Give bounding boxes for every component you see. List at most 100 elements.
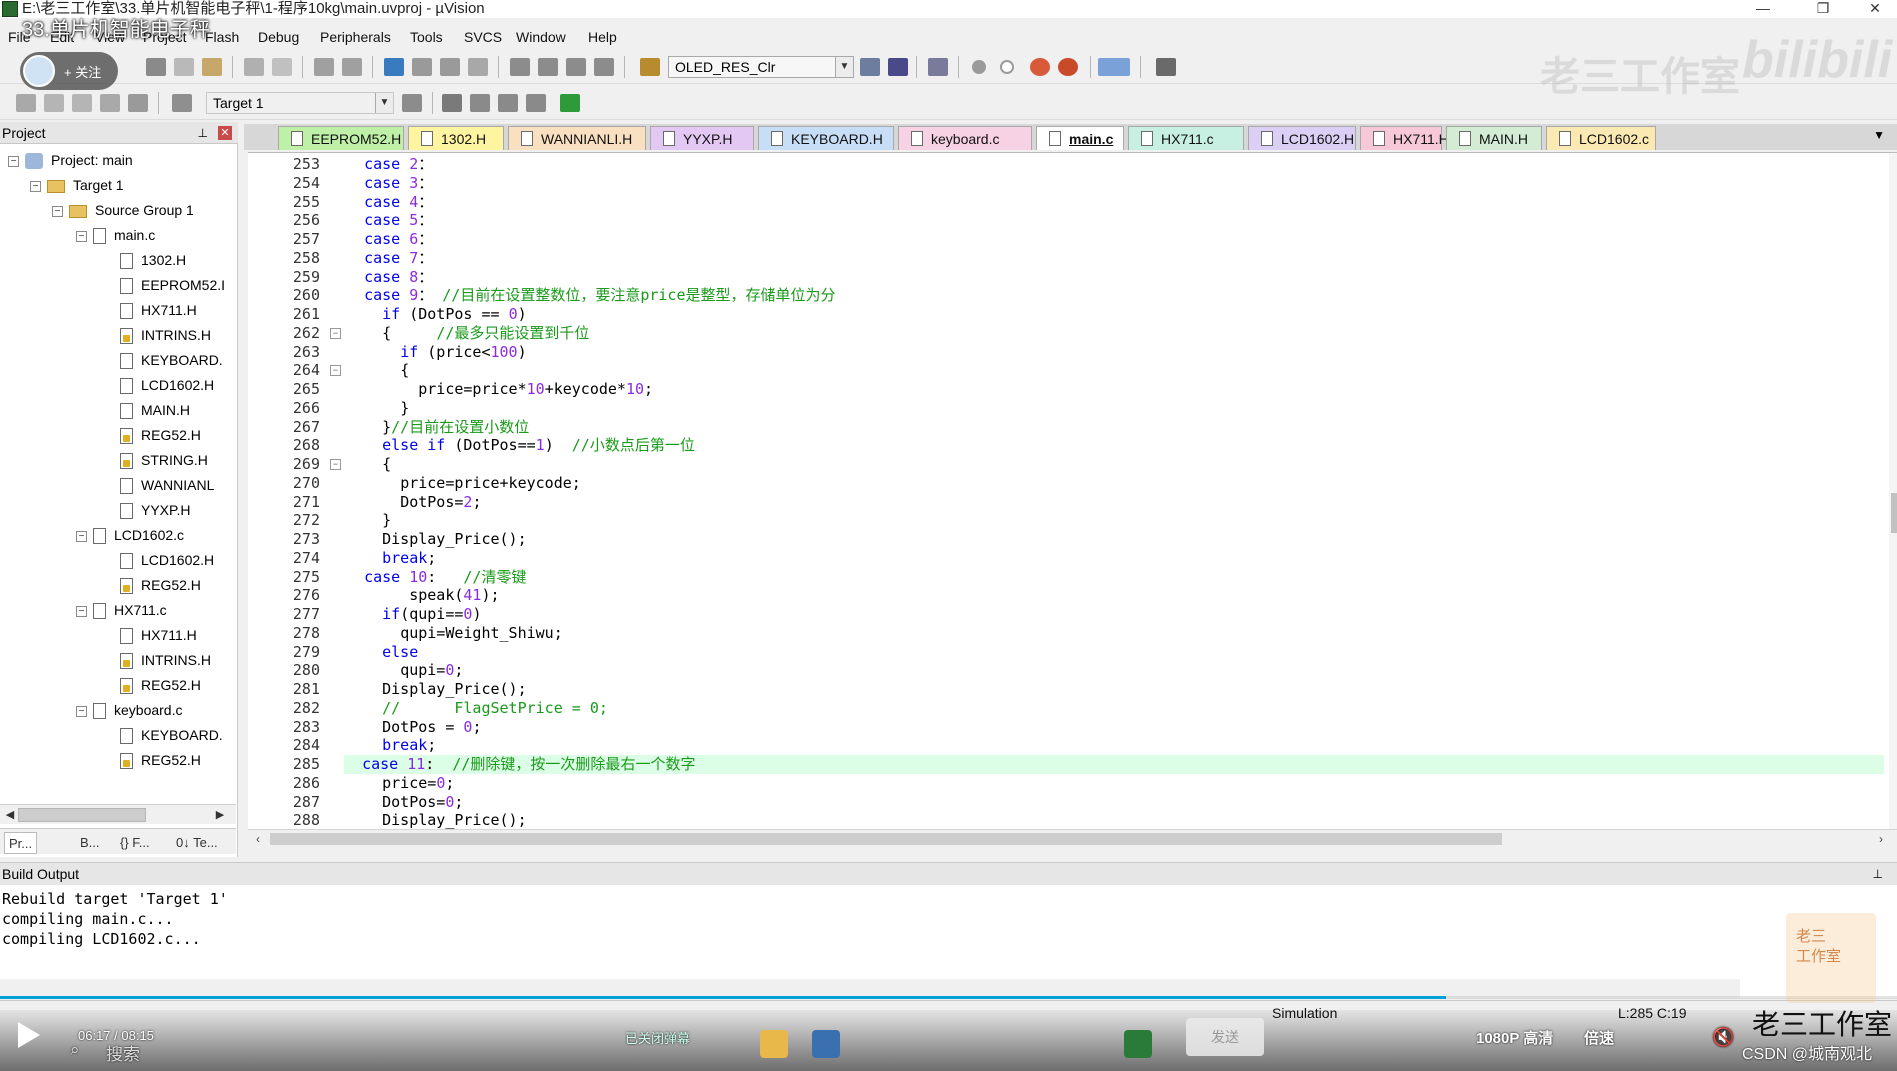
danmaku-status[interactable]: 已关闭弹幕 — [625, 1028, 690, 1047]
tree-item[interactable]: REG52.H — [96, 573, 201, 598]
download-icon[interactable] — [172, 94, 192, 112]
menu-flash[interactable]: Flash — [205, 28, 239, 46]
undo-icon[interactable] — [244, 58, 264, 76]
debug-tools-icon[interactable] — [888, 58, 908, 76]
run-time-env-icon[interactable] — [526, 94, 546, 112]
volume-muted-icon[interactable]: 🔇 — [1712, 1027, 1734, 1048]
find-in-files-icon[interactable] — [640, 58, 660, 76]
configure-icon[interactable] — [1156, 58, 1176, 76]
close-icon[interactable]: ✕ — [218, 126, 232, 140]
tree-item[interactable]: LCD1602.H — [96, 373, 214, 398]
code-line[interactable]: Display_Price(); — [346, 680, 527, 699]
tree-item[interactable]: HX711.H — [96, 298, 197, 323]
maximize-button[interactable]: ❐ — [1803, 0, 1843, 18]
code-line[interactable]: if (DotPos == 0) — [346, 305, 527, 324]
fold-toggle-icon[interactable]: − — [330, 365, 341, 377]
tree-item[interactable]: INTRINS.H — [96, 648, 211, 673]
taskbar-search-placeholder[interactable]: 搜索 — [106, 1040, 140, 1065]
close-window-button[interactable]: ✕ — [1855, 0, 1895, 18]
code-line[interactable]: case 10: //清零键 — [346, 568, 526, 587]
send-danmaku-button[interactable]: 发送 — [1186, 1018, 1264, 1056]
tree-item[interactable]: INTRINS.H — [96, 323, 211, 348]
minimize-button[interactable]: — — [1743, 0, 1783, 18]
build-icon[interactable] — [44, 94, 64, 112]
menu-svcs[interactable]: SVCS — [464, 28, 502, 46]
quality-button[interactable]: 1080P 高清 — [1476, 1027, 1553, 1048]
code-line[interactable]: DotPos = 0; — [346, 718, 481, 737]
scroll-thumb[interactable] — [18, 808, 146, 822]
editor-tab[interactable]: LCD1602.H — [1248, 126, 1356, 150]
collapse-toggle-icon[interactable]: − — [76, 230, 87, 242]
code-line[interactable]: case 4： — [346, 193, 433, 212]
kill-breakpoints-icon[interactable] — [1058, 58, 1078, 76]
collapse-toggle-icon[interactable]: − — [30, 180, 41, 192]
search-icon[interactable]: ⌕ — [70, 1040, 80, 1060]
cut-icon[interactable] — [146, 58, 166, 76]
tree-item[interactable]: LCD1602.H — [96, 548, 214, 573]
code-editor[interactable]: 253 254 255 256 257 258 259 260 261 262 263 264 265 2… — [248, 152, 1897, 847]
code-line[interactable]: case 8： — [346, 268, 433, 287]
window-layout-icon[interactable] — [1098, 58, 1130, 76]
tree-item[interactable]: − Source Group 1 — [52, 198, 194, 223]
collapse-toggle-icon[interactable]: − — [76, 605, 87, 617]
code-line[interactable]: else if (DotPos==1) //小数点后第一位 — [346, 436, 695, 455]
target-combo[interactable]: Target 1 ▼ — [206, 92, 394, 114]
editor-tab[interactable]: MAIN.H — [1446, 126, 1542, 150]
scroll-thumb[interactable] — [1891, 493, 1897, 533]
code-line[interactable]: price=price+keycode; — [346, 474, 581, 493]
tree-item[interactable]: REG52.H — [96, 423, 201, 448]
tree-item[interactable]: − LCD1602.c — [76, 523, 184, 548]
editor-tab[interactable]: EEPROM52.H — [278, 126, 404, 150]
menu-peripherals[interactable]: Peripherals — [320, 28, 391, 46]
collapse-toggle-icon[interactable]: − — [8, 155, 19, 167]
tree-item[interactable]: REG52.H — [96, 673, 201, 698]
mail-icon[interactable] — [812, 1030, 840, 1058]
tree-item[interactable]: − HX711.c — [76, 598, 167, 623]
scroll-right-icon[interactable]: ▶ — [212, 807, 228, 823]
indent-icon[interactable] — [510, 58, 530, 76]
breakpoint-icon[interactable] — [972, 60, 986, 74]
code-line[interactable]: speak(41); — [346, 586, 499, 605]
editor-tab[interactable]: 1302.H — [408, 126, 504, 150]
tree-item[interactable]: WANNIANL — [96, 473, 214, 498]
code-line[interactable]: case 11: //删除键，按一次删除最右一个数字 — [344, 755, 1884, 774]
code-line[interactable]: if(qupi==0) — [346, 605, 481, 624]
paste-icon[interactable] — [202, 58, 222, 76]
code-line[interactable]: case 9： //目前在设置整数位，要注意price是整型，存储单位为分 — [346, 286, 835, 305]
prev-bookmark-icon[interactable] — [412, 58, 432, 76]
tree-item[interactable]: STRING.H — [96, 448, 208, 473]
comment-icon[interactable] — [566, 58, 586, 76]
pin-icon[interactable]: ⊥ — [1873, 863, 1883, 885]
menu-tools[interactable]: Tools — [410, 28, 443, 46]
menu-window[interactable]: Window — [516, 28, 566, 46]
editor-tab[interactable]: KEYBOARD.H — [758, 126, 894, 150]
uncomment-icon[interactable] — [594, 58, 614, 76]
function-combo[interactable]: OLED_RES_Clr ▼ — [668, 56, 854, 78]
menu-debug[interactable]: Debug — [258, 28, 299, 46]
stop-build-icon[interactable] — [128, 94, 148, 112]
code-line[interactable]: if (price<100) — [346, 343, 526, 362]
tab-list-icon[interactable]: ▼ — [1873, 128, 1885, 142]
tab-templates[interactable]: 0↓ Te... — [176, 832, 218, 854]
tree-item[interactable]: REG52.H — [96, 748, 201, 773]
code-line[interactable]: { — [346, 361, 409, 380]
code-line[interactable]: break; — [346, 549, 436, 568]
find-icon[interactable] — [860, 58, 880, 76]
file-explorer-icon[interactable] — [760, 1030, 788, 1058]
code-line[interactable]: price=price*10+keycode*10; — [346, 380, 653, 399]
code-line[interactable]: case 5： — [346, 211, 433, 230]
editor-hscrollbar[interactable]: ‹ › — [248, 829, 1897, 847]
code-line[interactable]: DotPos=0; — [346, 793, 463, 812]
tab-books[interactable]: B... — [62, 832, 100, 854]
target-options-icon[interactable] — [402, 94, 422, 112]
batch-build-icon[interactable] — [100, 94, 120, 112]
editor-tab[interactable]: LCD1602.c — [1546, 126, 1656, 150]
start-debug-icon[interactable] — [928, 58, 948, 76]
code-line[interactable]: case 3： — [346, 174, 433, 193]
nav-back-icon[interactable] — [314, 58, 334, 76]
code-line[interactable]: break; — [346, 736, 436, 755]
channel-side-logo[interactable]: 老三 工作室 — [1786, 913, 1876, 1003]
code-line[interactable]: } — [346, 511, 391, 530]
pack-installer-icon[interactable] — [560, 94, 580, 112]
editor-tab[interactable]: keyboard.c — [898, 126, 1032, 150]
